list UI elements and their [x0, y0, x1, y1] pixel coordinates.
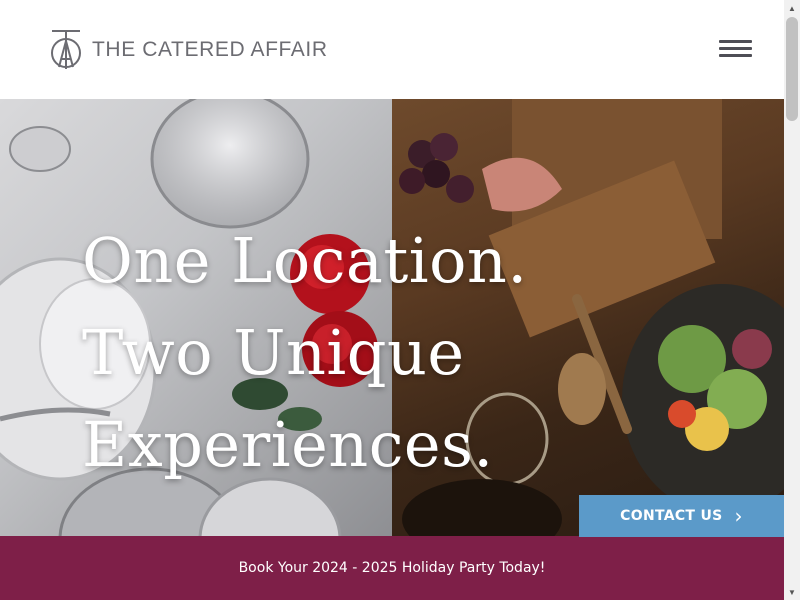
- logo-text: THE CATERED AFFAIR: [92, 37, 328, 61]
- hamburger-line: [719, 54, 752, 57]
- hero-headline: One Location. Two Unique Experiences.: [82, 215, 528, 491]
- hamburger-line: [719, 47, 752, 50]
- holiday-party-banner[interactable]: Book Your 2024 - 2025 Holiday Party Toda…: [0, 536, 784, 600]
- site-header: THE CATERED AFFAIR: [0, 0, 784, 99]
- headline-line-1: One Location.: [82, 224, 528, 297]
- hamburger-line: [719, 40, 752, 43]
- logo-monogram-icon: [51, 30, 81, 69]
- scroll-down-arrow-icon[interactable]: ▼: [784, 584, 800, 600]
- headline-line-3: Experiences.: [82, 408, 494, 481]
- logo-link[interactable]: THE CATERED AFFAIR: [48, 27, 328, 71]
- vertical-scrollbar[interactable]: ▲ ▼: [784, 0, 800, 600]
- scroll-up-arrow-icon[interactable]: ▲: [784, 0, 800, 16]
- headline-line-2: Two Unique: [82, 316, 465, 389]
- contact-us-label: CONTACT US: [620, 508, 723, 524]
- banner-text: Book Your 2024 - 2025 Holiday Party Toda…: [238, 560, 546, 576]
- hamburger-menu-icon[interactable]: [719, 38, 753, 62]
- chevron-right-icon: ›: [734, 504, 743, 528]
- contact-us-button[interactable]: CONTACT US ›: [579, 495, 784, 537]
- hero-section: One Location. Two Unique Experiences.: [0, 99, 784, 536]
- scrollbar-thumb[interactable]: [786, 17, 798, 121]
